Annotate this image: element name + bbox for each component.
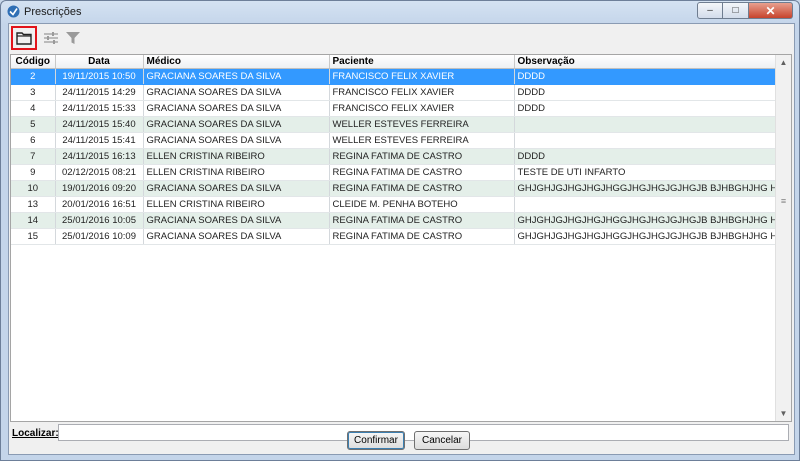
cell-codigo: 3	[11, 84, 56, 101]
cell-paciente: FRANCISCO FELIX XAVIER	[329, 84, 515, 101]
column-header-observacao[interactable]: Observação	[514, 55, 777, 69]
cell-medico: GRACIANA SOARES DA SILVA	[143, 180, 330, 197]
cell-codigo: 6	[11, 132, 56, 149]
table-row[interactable]: 7 24/11/2015 16:13 ELLEN CRISTINA RIBEIR…	[11, 148, 777, 165]
cell-medico: ELLEN CRISTINA RIBEIRO	[143, 164, 330, 181]
cell-codigo: 14	[11, 212, 56, 229]
cell-data: 24/11/2015 15:33	[55, 100, 144, 117]
columns-settings-button[interactable]	[40, 27, 62, 49]
window-title: Prescrições	[24, 6, 82, 18]
minimize-button[interactable]: –	[697, 2, 723, 19]
table-row[interactable]: 2 19/11/2015 10:50 GRACIANA SOARES DA SI…	[11, 68, 777, 85]
column-header-medico[interactable]: Médico	[143, 55, 330, 69]
table-row[interactable]: 13 20/01/2016 16:51 ELLEN CRISTINA RIBEI…	[11, 196, 777, 213]
cell-paciente: WELLER ESTEVES FERREIRA	[329, 132, 515, 149]
cell-observacao	[514, 116, 777, 133]
table-row[interactable]: 4 24/11/2015 15:33 GRACIANA SOARES DA SI…	[11, 100, 777, 117]
cell-paciente: REGINA FATIMA DE CASTRO	[329, 228, 515, 245]
cancel-button[interactable]: Cancelar	[414, 431, 470, 450]
table-row[interactable]: 6 24/11/2015 15:41 GRACIANA SOARES DA SI…	[11, 132, 777, 149]
cell-medico: GRACIANA SOARES DA SILVA	[143, 68, 330, 85]
toolbar	[9, 24, 794, 53]
cell-paciente: FRANCISCO FELIX XAVIER	[329, 100, 515, 117]
confirm-button[interactable]: Confirmar	[347, 431, 405, 450]
cell-codigo: 13	[11, 196, 56, 213]
open-button[interactable]	[11, 26, 37, 50]
cell-observacao: DDDD	[514, 148, 777, 165]
cell-data: 24/11/2015 16:13	[55, 148, 144, 165]
cell-data: 25/01/2016 10:09	[55, 228, 144, 245]
scroll-up-arrow-icon[interactable]: ▲	[776, 55, 791, 70]
cell-data: 02/12/2015 08:21	[55, 164, 144, 181]
scroll-grip-icon[interactable]: ≡	[779, 197, 788, 206]
cell-codigo: 9	[11, 164, 56, 181]
cell-medico: ELLEN CRISTINA RIBEIRO	[143, 196, 330, 213]
cell-codigo: 7	[11, 148, 56, 165]
cell-medico: GRACIANA SOARES DA SILVA	[143, 100, 330, 117]
header-row: Código Data Médico Paciente Observação	[11, 55, 777, 69]
cell-paciente: REGINA FATIMA DE CASTRO	[329, 148, 515, 165]
cell-data: 19/01/2016 09:20	[55, 180, 144, 197]
cell-medico: GRACIANA SOARES DA SILVA	[143, 132, 330, 149]
vertical-scrollbar[interactable]: ▲ ≡ ▼	[775, 55, 791, 421]
cell-observacao: GHJGHJGJHGJHGJHGGJHGJHGJGJHGJB BJHBGHJHG…	[514, 228, 777, 245]
cell-data: 20/01/2016 16:51	[55, 196, 144, 213]
cell-observacao: GHJGHJGJHGJHGJHGGJHGJHGJGJHGJB BJHBGHJHG…	[514, 180, 777, 197]
client-area: Código Data Médico Paciente Observação 2…	[8, 23, 795, 455]
cell-observacao: GHJGHJGJHGJHGJHGGJHGJHGJGJHGJB BJHBGHJHG…	[514, 212, 777, 229]
table-row[interactable]: 9 02/12/2015 08:21 ELLEN CRISTINA RIBEIR…	[11, 164, 777, 181]
cell-paciente: FRANCISCO FELIX XAVIER	[329, 68, 515, 85]
prescriptions-table: Código Data Médico Paciente Observação 2…	[11, 55, 777, 245]
cell-paciente: REGINA FATIMA DE CASTRO	[329, 212, 515, 229]
table-row[interactable]: 15 25/01/2016 10:09 GRACIANA SOARES DA S…	[11, 228, 777, 245]
cell-codigo: 10	[11, 180, 56, 197]
cell-medico: GRACIANA SOARES DA SILVA	[143, 212, 330, 229]
filter-icon	[66, 32, 80, 44]
folder-open-icon	[16, 32, 32, 45]
cell-codigo: 15	[11, 228, 56, 245]
cell-medico: GRACIANA SOARES DA SILVA	[143, 84, 330, 101]
column-header-paciente[interactable]: Paciente	[329, 55, 515, 69]
filter-button[interactable]	[62, 27, 84, 49]
scroll-down-arrow-icon[interactable]: ▼	[776, 406, 791, 421]
title-bar[interactable]: Prescrições – □ ✕	[1, 1, 799, 23]
cell-medico: GRACIANA SOARES DA SILVA	[143, 116, 330, 133]
prescriptions-grid: Código Data Médico Paciente Observação 2…	[10, 54, 792, 422]
close-button[interactable]: ✕	[749, 2, 793, 19]
cell-observacao	[514, 196, 777, 213]
caption-buttons: – □ ✕	[697, 2, 793, 19]
cell-medico: GRACIANA SOARES DA SILVA	[143, 228, 330, 245]
app-icon	[7, 5, 20, 18]
cell-paciente: REGINA FATIMA DE CASTRO	[329, 180, 515, 197]
cell-observacao: DDDD	[514, 68, 777, 85]
cell-observacao: TESTE DE UTI INFARTO	[514, 164, 777, 181]
maximize-button[interactable]: □	[723, 2, 749, 19]
cell-paciente: CLEIDE M. PENHA BOTEHO	[329, 196, 515, 213]
cell-data: 19/11/2015 10:50	[55, 68, 144, 85]
table-row[interactable]: 10 19/01/2016 09:20 GRACIANA SOARES DA S…	[11, 180, 777, 197]
cell-data: 24/11/2015 14:29	[55, 84, 144, 101]
cell-observacao	[514, 132, 777, 149]
cell-data: 25/01/2016 10:05	[55, 212, 144, 229]
cell-codigo: 4	[11, 100, 56, 117]
dialog-footer: Confirmar Cancelar	[8, 424, 793, 454]
cell-paciente: WELLER ESTEVES FERREIRA	[329, 116, 515, 133]
cell-observacao: DDDD	[514, 84, 777, 101]
table-body: 2 19/11/2015 10:50 GRACIANA SOARES DA SI…	[11, 68, 777, 245]
cell-paciente: REGINA FATIMA DE CASTRO	[329, 164, 515, 181]
column-header-data[interactable]: Data	[55, 55, 144, 69]
cell-data: 24/11/2015 15:41	[55, 132, 144, 149]
column-header-codigo[interactable]: Código	[11, 55, 56, 69]
table-row[interactable]: 3 24/11/2015 14:29 GRACIANA SOARES DA SI…	[11, 84, 777, 101]
cell-data: 24/11/2015 15:40	[55, 116, 144, 133]
columns-settings-icon	[44, 32, 58, 44]
table-row[interactable]: 5 24/11/2015 15:40 GRACIANA SOARES DA SI…	[11, 116, 777, 133]
cell-medico: ELLEN CRISTINA RIBEIRO	[143, 148, 330, 165]
prescricoes-window: Prescrições – □ ✕ Código Data Médico Pac…	[0, 0, 800, 461]
cell-codigo: 5	[11, 116, 56, 133]
cell-observacao: DDDD	[514, 100, 777, 117]
cell-codigo: 2	[11, 68, 56, 85]
table-row[interactable]: 14 25/01/2016 10:05 GRACIANA SOARES DA S…	[11, 212, 777, 229]
